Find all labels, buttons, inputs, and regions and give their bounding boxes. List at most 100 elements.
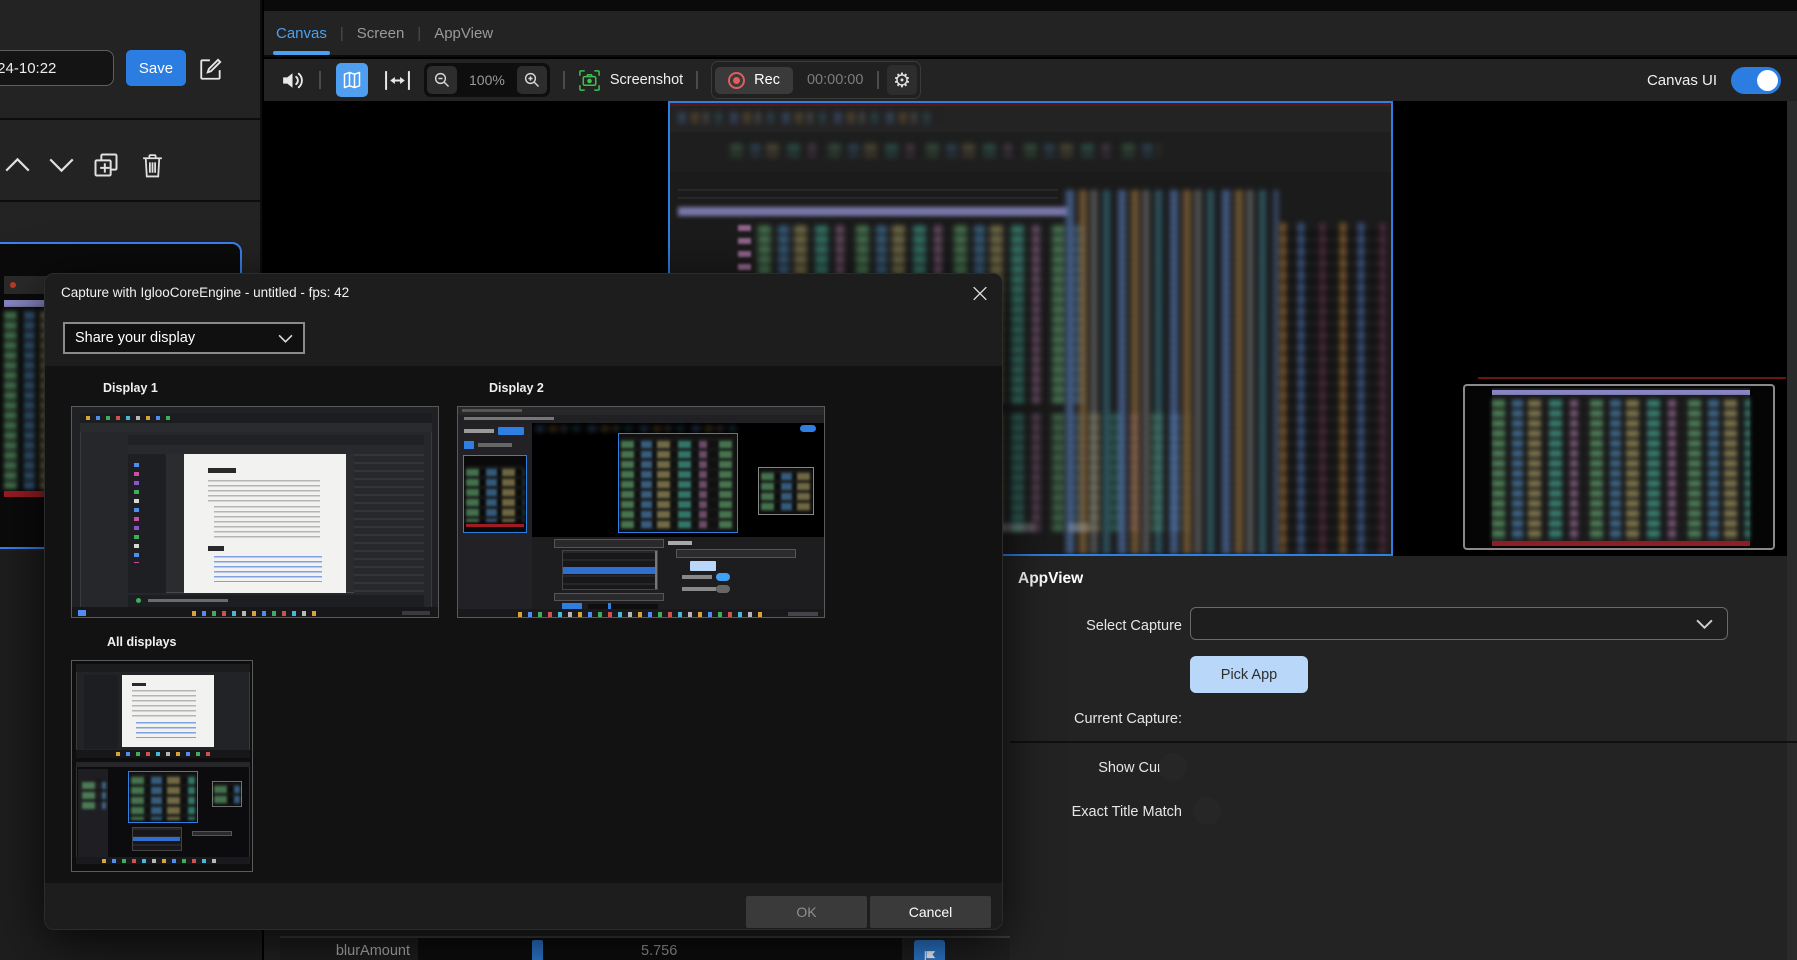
appview-capture-preview[interactable] [1463, 384, 1775, 550]
decor [682, 587, 716, 591]
decor [264, 0, 1797, 11]
display1-label: Display 1 [103, 381, 158, 395]
camera-icon [578, 69, 601, 92]
view-tabs: Canvas | Screen | AppView [264, 11, 1797, 57]
decor [788, 612, 818, 616]
decor [678, 111, 938, 123]
tab-screen[interactable]: Screen [357, 11, 405, 55]
decor [1492, 397, 1750, 541]
share-source-value: Share your display [75, 330, 195, 346]
decor [730, 141, 1160, 157]
zoom-level: 100% [469, 72, 505, 88]
blur-amount-row: blurAmount 5.756 [280, 936, 1010, 960]
display-2-thumbnail[interactable] [457, 406, 825, 618]
dialog-header: Capture with IglooCoreEngine - untitled … [45, 274, 1002, 366]
decor [136, 722, 196, 738]
screenshot-button[interactable]: Screenshot [578, 69, 683, 92]
decor [214, 506, 320, 540]
record-control: Rec 00:00:00 ⚙ [711, 61, 921, 99]
decor [478, 443, 512, 447]
decor [214, 783, 240, 805]
map-icon [342, 69, 362, 91]
move-layer-up-icon[interactable] [2, 153, 32, 177]
close-icon [971, 284, 989, 303]
record-timer: 00:00:00 [807, 72, 863, 88]
record-label: Rec [754, 72, 780, 88]
decor [678, 189, 1058, 201]
display-1-thumbnail[interactable] [71, 406, 439, 618]
decor [563, 567, 655, 574]
decor [214, 556, 322, 582]
dialog-title: Capture with IglooCoreEngine - untitled … [61, 285, 349, 300]
preset-name-input[interactable] [0, 50, 114, 86]
dialog-ok-button[interactable]: OK [746, 896, 867, 928]
vertical-scrollbar[interactable] [1787, 101, 1797, 960]
record-icon [728, 72, 745, 89]
fit-width-icon[interactable] [382, 67, 412, 93]
decor [800, 425, 816, 432]
decor [462, 409, 522, 412]
decor [464, 417, 554, 420]
appview-settings-panel: AppView Select Capture Pick App Current … [1010, 556, 1787, 960]
decor [536, 425, 736, 431]
dialog-footer: OK Cancel [45, 883, 1002, 930]
decor [696, 71, 698, 89]
decor [1492, 390, 1750, 395]
duplicate-layer-icon[interactable] [90, 149, 122, 181]
exact-title-match-label: Exact Title Match [1010, 804, 1182, 820]
decor [678, 207, 1068, 216]
decor [78, 610, 86, 616]
decor [554, 539, 664, 548]
tab-canvas[interactable]: Canvas [276, 11, 327, 55]
dialog-cancel-button[interactable]: Cancel [870, 896, 991, 928]
magnifier-minus-icon [433, 70, 451, 90]
blur-amount-value: 5.756 [641, 943, 677, 959]
delete-layer-icon[interactable] [137, 149, 167, 181]
decor [1280, 223, 1385, 553]
divider [1010, 741, 1797, 743]
zoom-out-button[interactable] [427, 66, 457, 94]
divider [0, 118, 262, 120]
decor [132, 683, 146, 686]
decor [80, 423, 432, 432]
divider [0, 200, 262, 202]
decor [716, 573, 730, 581]
decor [132, 827, 182, 851]
record-settings-gear-icon[interactable]: ⚙ [887, 65, 917, 95]
decor [116, 752, 216, 756]
edit-name-icon[interactable] [196, 54, 226, 84]
slider-handle[interactable] [532, 940, 543, 960]
select-capture-dropdown[interactable] [1190, 607, 1728, 640]
dialog-close-button[interactable] [965, 278, 995, 308]
decor [716, 585, 730, 593]
save-button[interactable]: Save [126, 50, 186, 86]
zoom-in-button[interactable] [517, 66, 547, 94]
decor [554, 593, 664, 601]
decor [562, 550, 658, 590]
record-button[interactable]: Rec [715, 67, 793, 94]
zoom-control: 100% [424, 63, 550, 97]
blur-amount-label: blurAmount [280, 943, 410, 959]
show-cursor-label: Show Cursor [1010, 760, 1182, 776]
decor [192, 831, 232, 836]
decor [690, 561, 716, 571]
blur-amount-slider[interactable]: 5.756 [418, 938, 902, 960]
decor [10, 282, 16, 288]
share-source-dropdown[interactable]: Share your display [63, 322, 305, 354]
pick-app-button[interactable]: Pick App [1190, 656, 1308, 693]
apply-param-button[interactable] [914, 940, 945, 960]
decor [148, 599, 228, 602]
minimap-button[interactable] [336, 63, 368, 97]
move-layer-down-icon[interactable] [46, 153, 76, 177]
all-displays-label: All displays [107, 635, 176, 649]
decor [132, 690, 196, 718]
decor [463, 455, 527, 533]
tab-appview[interactable]: AppView [434, 11, 493, 55]
decor: | [417, 25, 421, 42]
decor [134, 463, 139, 563]
canvas-ui-toggle[interactable] [1731, 67, 1781, 94]
all-displays-thumbnail[interactable] [71, 660, 253, 872]
magnifier-plus-icon [523, 70, 541, 90]
display2-label: Display 2 [489, 381, 544, 395]
audio-icon[interactable] [278, 66, 306, 94]
